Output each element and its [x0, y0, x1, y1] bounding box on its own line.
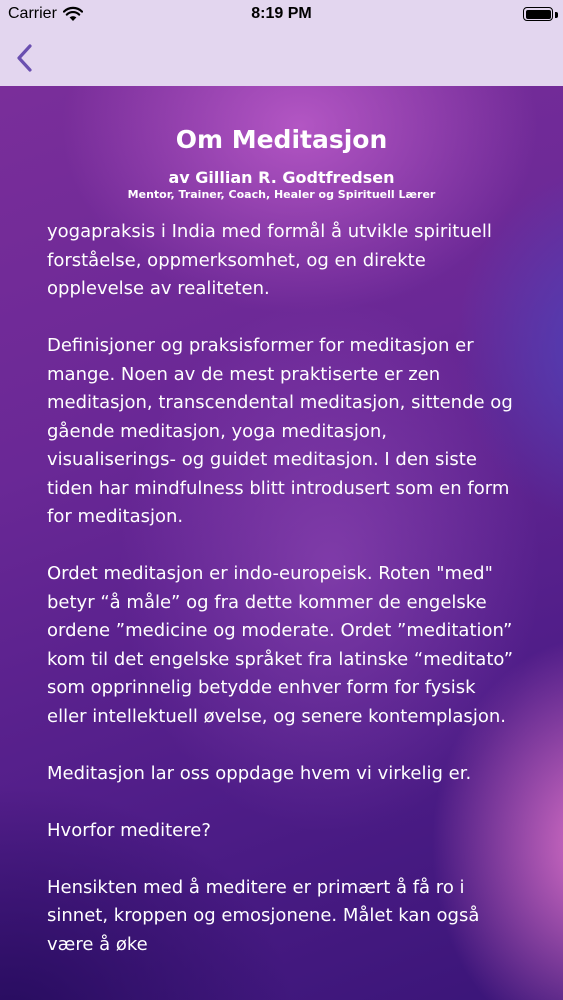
battery-cap: [555, 12, 558, 18]
paragraph: yogapraksis i India med formål å utvikle…: [47, 221, 492, 299]
author-line: av Gillian R. Godtfredsen: [168, 168, 395, 187]
chevron-left-icon: [17, 44, 32, 72]
back-button[interactable]: [12, 40, 42, 76]
paragraph: Hvorfor meditere?: [47, 819, 211, 841]
battery-icon: [523, 7, 553, 21]
status-bar: Carrier 8:19 PM: [0, 0, 563, 30]
paragraph: Hensikten med å meditere er primært å få…: [47, 876, 480, 955]
article-scroll-view[interactable]: Om Meditasjon av Gillian R. Godtfredsen …: [0, 86, 563, 1000]
status-time: 8:19 PM: [251, 5, 312, 22]
paragraph: Definisjoner og praksisformer for medita…: [47, 335, 513, 527]
article-body: yogapraksis i India med formål å utvikle…: [47, 218, 517, 988]
navigation-bar: [0, 30, 563, 86]
battery-level: [525, 9, 551, 19]
author-roles: Mentor, Trainer, Coach, Healer og Spirit…: [127, 188, 436, 201]
page-title: Om Meditasjon: [175, 125, 388, 154]
paragraph: Ordet meditasjon er indo-europeisk. Rote…: [47, 563, 514, 727]
paragraph: Meditasjon lar oss oppdage hvem vi virke…: [47, 762, 472, 784]
